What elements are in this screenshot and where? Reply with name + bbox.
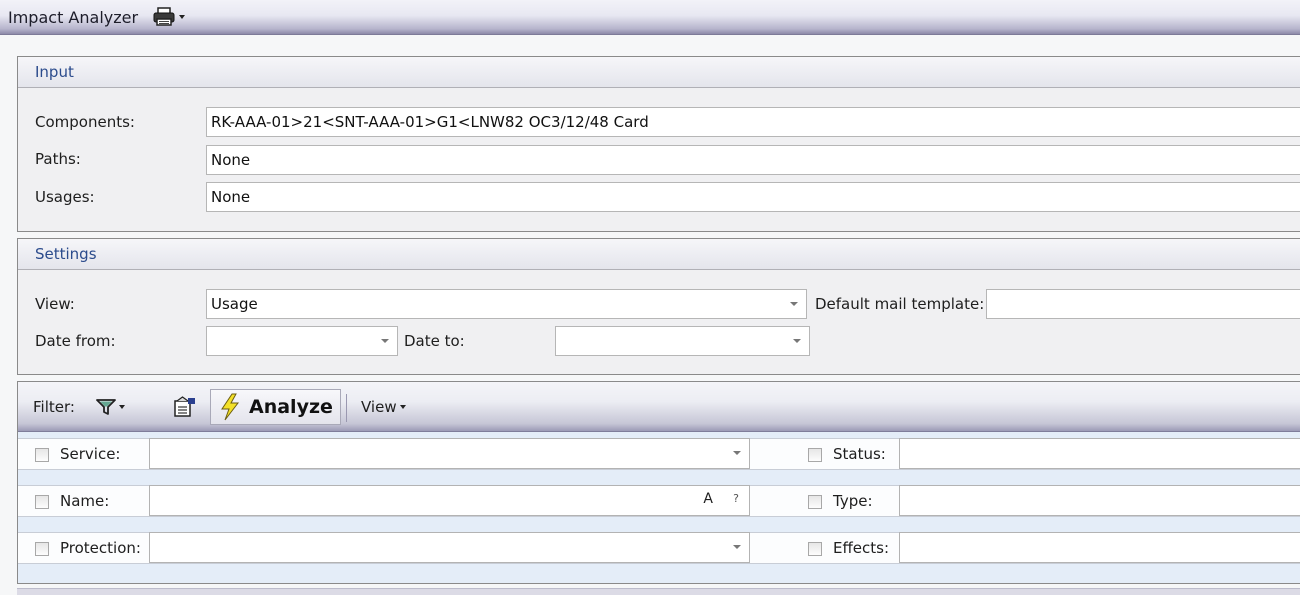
components-field[interactable]: RK-AAA-01>21<SNT-AAA-01>G1<LNW82 OC3/12/… (206, 107, 1300, 137)
protection-checkbox[interactable] (35, 542, 49, 556)
view-label: View: (35, 295, 75, 313)
status-checkbox[interactable] (808, 448, 822, 462)
usages-field[interactable]: None (206, 182, 1300, 212)
service-dropdown[interactable] (149, 438, 750, 469)
print-button[interactable] (152, 7, 186, 27)
settings-panel: Settings View: Usage Default mail templa… (17, 238, 1300, 375)
date-from-label: Date from: (35, 332, 116, 350)
filter-label: Filter: (33, 398, 75, 416)
filter-toolbar: Filter: Analyze View (18, 382, 1300, 432)
chevron-down-icon (119, 405, 125, 409)
chevron-down-icon (790, 302, 798, 306)
input-panel-header: Input (18, 57, 1300, 88)
filter-fields: Service: Status: Name: A ? Type: Protect… (18, 433, 1300, 585)
status-field[interactable] (899, 438, 1300, 469)
lightning-icon (221, 393, 240, 421)
settings-panel-header: Settings (18, 239, 1300, 270)
mail-template-label: Default mail template: (815, 295, 985, 313)
name-checkbox[interactable] (35, 495, 49, 509)
chevron-down-icon (381, 339, 389, 343)
effects-checkbox[interactable] (808, 542, 822, 556)
effects-label: Effects: (833, 539, 890, 557)
analyze-label: Analyze (249, 396, 333, 418)
view-dropdown[interactable]: Usage (206, 289, 807, 319)
service-label: Service: (60, 445, 121, 463)
paths-field[interactable]: None (206, 145, 1300, 175)
status-label: Status: (833, 445, 886, 463)
chevron-down-icon (179, 15, 186, 19)
type-label: Type: (833, 492, 873, 510)
service-checkbox[interactable] (35, 448, 49, 462)
name-label: Name: (60, 492, 110, 510)
view-dropdown-value: Usage (211, 295, 258, 313)
filter-label-group: Filter: (33, 382, 75, 432)
filter-panel: Filter: Analyze View Service: Status: Na… (17, 381, 1300, 584)
name-field[interactable]: A ? (149, 485, 750, 516)
properties-button[interactable] (173, 382, 197, 432)
type-field[interactable] (899, 485, 1300, 516)
date-to-picker[interactable] (555, 326, 810, 356)
view-menu-label: View (361, 398, 397, 416)
help-icon[interactable]: ? (733, 492, 739, 505)
printer-icon (153, 7, 175, 26)
analyze-button[interactable]: Analyze (210, 389, 341, 425)
effects-field[interactable] (899, 532, 1300, 563)
date-from-picker[interactable] (206, 326, 398, 356)
paths-label: Paths: (35, 150, 81, 168)
view-menu-button[interactable]: View (361, 382, 406, 432)
funnel-icon (96, 399, 116, 415)
results-area-top (17, 588, 1300, 595)
input-panel: Input Components: RK-AAA-01>21<SNT-AAA-0… (17, 56, 1300, 232)
mail-template-field[interactable] (986, 289, 1300, 319)
usages-label: Usages: (35, 188, 95, 206)
protection-label: Protection: (60, 539, 141, 557)
chevron-down-icon (793, 339, 801, 343)
window-title: Impact Analyzer (8, 7, 139, 27)
chevron-down-icon (399, 405, 406, 409)
title-bar: Impact Analyzer (0, 0, 1300, 35)
chevron-down-icon (733, 451, 741, 455)
filter-menu-button[interactable] (96, 382, 125, 432)
type-checkbox[interactable] (808, 495, 822, 509)
date-to-label: Date to: (404, 332, 465, 350)
case-sensitive-toggle[interactable]: A (703, 491, 713, 507)
properties-icon (174, 396, 195, 417)
components-label: Components: (35, 113, 135, 131)
toolbar-separator (346, 394, 347, 422)
chevron-down-icon (733, 545, 741, 549)
protection-dropdown[interactable] (149, 532, 750, 563)
